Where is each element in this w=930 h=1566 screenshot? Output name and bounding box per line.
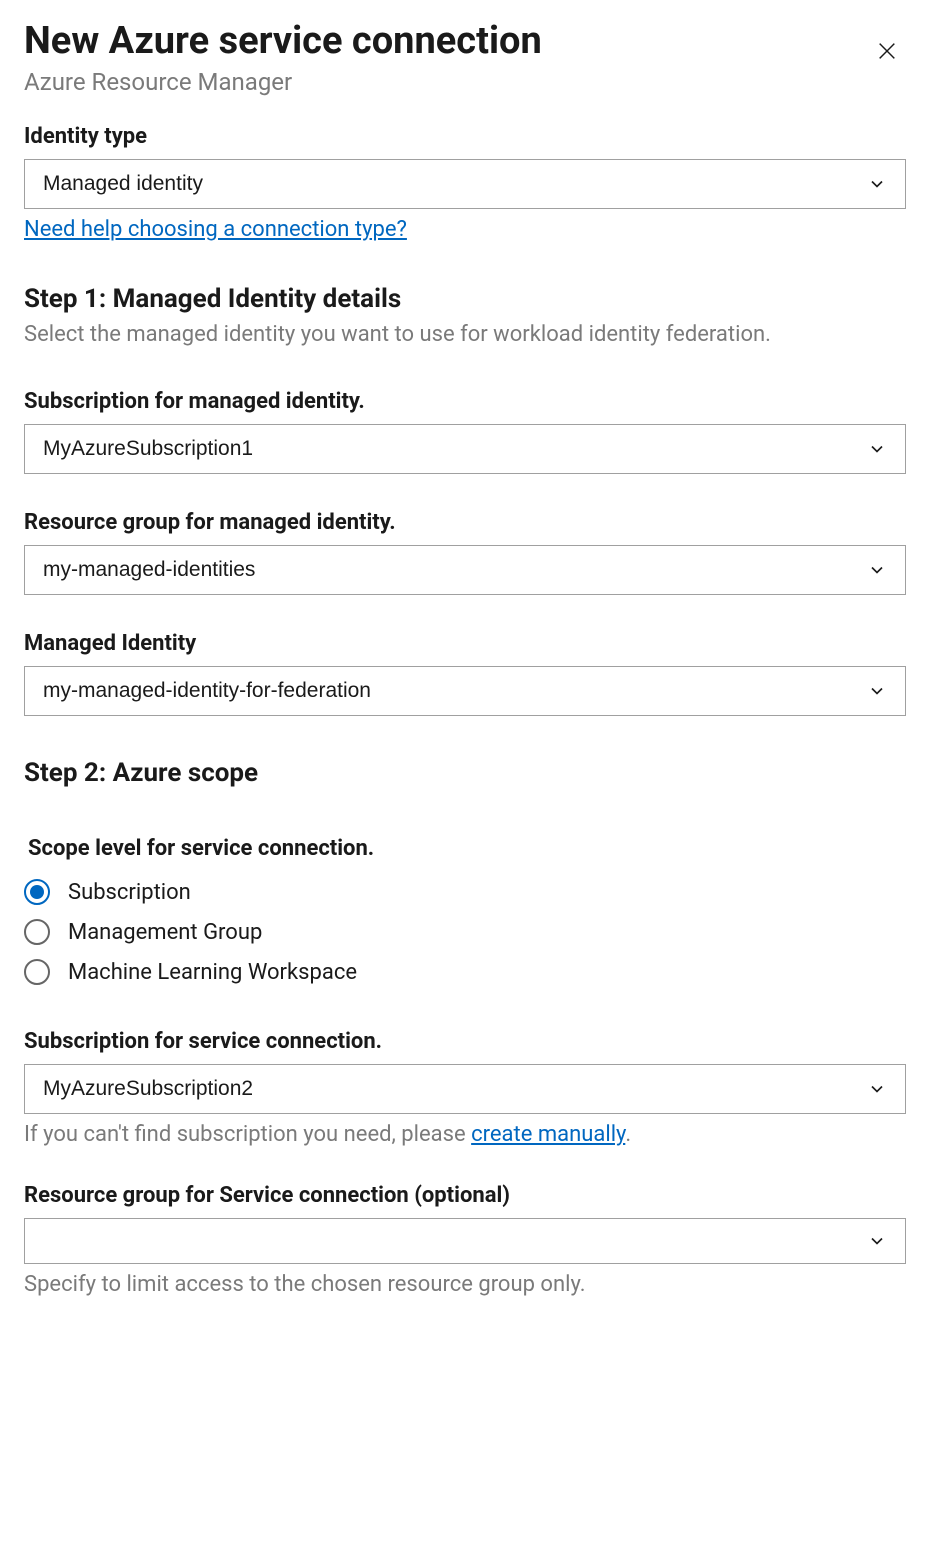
subscription-service-value: MyAzureSubscription2	[43, 1077, 857, 1101]
subscription-service-helper-prefix: If you can't find subscription you need,…	[24, 1122, 471, 1147]
page-subtitle: Azure Resource Manager	[24, 68, 868, 96]
scope-radio-subscription[interactable]: Subscription	[24, 875, 906, 909]
subscription-service-helper: If you can't find subscription you need,…	[24, 1122, 906, 1147]
resource-group-identity-label: Resource group for managed identity.	[24, 510, 906, 535]
radio-selected-icon	[24, 879, 50, 905]
identity-type-dropdown[interactable]: Managed identity	[24, 159, 906, 209]
create-manually-link[interactable]: create manually	[471, 1122, 625, 1147]
identity-type-label: Identity type	[24, 124, 906, 149]
resource-group-service-dropdown[interactable]	[24, 1218, 906, 1264]
subscription-identity-value: MyAzureSubscription1	[43, 437, 857, 461]
scope-level-label: Scope level for service connection.	[28, 836, 906, 861]
subscription-service-label: Subscription for service connection.	[24, 1029, 906, 1054]
page-title: New Azure service connection	[24, 20, 868, 64]
scope-radio-ml-workspace-label: Machine Learning Workspace	[68, 960, 357, 985]
chevron-down-icon	[857, 681, 887, 701]
scope-radio-subscription-label: Subscription	[68, 880, 191, 905]
managed-identity-dropdown[interactable]: my-managed-identity-for-federation	[24, 666, 906, 716]
step1-description: Select the managed identity you want to …	[24, 320, 844, 350]
subscription-identity-dropdown[interactable]: MyAzureSubscription1	[24, 424, 906, 474]
resource-group-service-helper: Specify to limit access to the chosen re…	[24, 1272, 906, 1297]
managed-identity-value: my-managed-identity-for-federation	[43, 679, 857, 703]
subscription-service-dropdown[interactable]: MyAzureSubscription2	[24, 1064, 906, 1114]
resource-group-identity-value: my-managed-identities	[43, 558, 857, 582]
chevron-down-icon	[857, 560, 887, 580]
resource-group-service-label: Resource group for Service connection (o…	[24, 1183, 906, 1208]
resource-group-identity-dropdown[interactable]: my-managed-identities	[24, 545, 906, 595]
radio-unselected-icon	[24, 959, 50, 985]
chevron-down-icon	[857, 439, 887, 459]
chevron-down-icon	[857, 1079, 887, 1099]
subscription-identity-label: Subscription for managed identity.	[24, 389, 906, 414]
managed-identity-label: Managed Identity	[24, 631, 906, 656]
radio-unselected-icon	[24, 919, 50, 945]
help-choosing-connection-link[interactable]: Need help choosing a connection type?	[24, 217, 407, 242]
subscription-service-helper-suffix: .	[625, 1122, 631, 1147]
step1-heading: Step 1: Managed Identity details	[24, 284, 906, 314]
chevron-down-icon	[857, 174, 887, 194]
step2-heading: Step 2: Azure scope	[24, 758, 906, 788]
scope-radio-ml-workspace[interactable]: Machine Learning Workspace	[24, 955, 906, 989]
identity-type-value: Managed identity	[43, 172, 857, 196]
close-button[interactable]	[868, 32, 906, 70]
close-icon	[876, 40, 898, 62]
chevron-down-icon	[857, 1231, 887, 1251]
scope-radio-management-group[interactable]: Management Group	[24, 915, 906, 949]
scope-radio-management-group-label: Management Group	[68, 920, 262, 945]
